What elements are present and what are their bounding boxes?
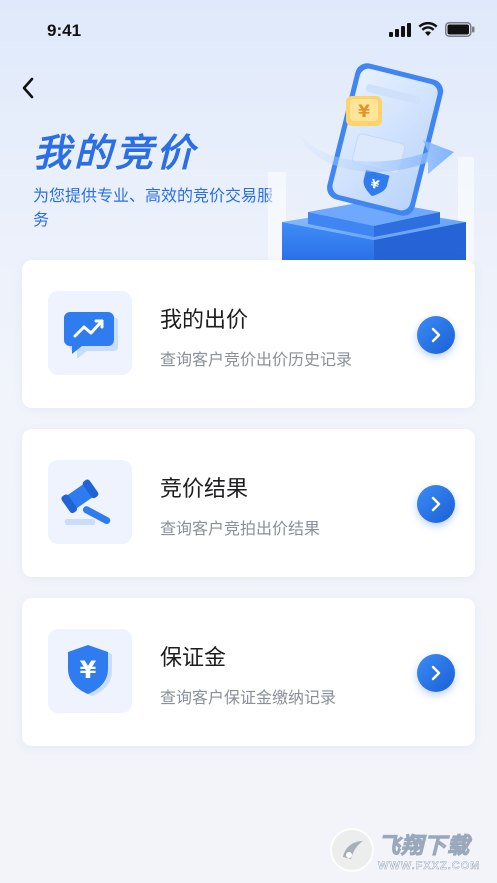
card-title: 我的出价	[160, 308, 249, 333]
watermark-text: 飞翔下载	[377, 834, 471, 860]
back-button[interactable]	[14, 72, 42, 104]
gavel-icon	[61, 479, 111, 525]
chevron-left-icon	[22, 77, 34, 99]
signal-icon	[389, 22, 411, 37]
card-arrow-button[interactable]	[417, 485, 455, 523]
card-arrow-button[interactable]	[417, 316, 455, 354]
status-time: 9:41	[47, 21, 82, 40]
status-icons	[389, 22, 475, 37]
card-description: 查询客户保证金缴纳记录	[160, 688, 337, 707]
watermark-url: WWW.FXXZ.COM	[378, 860, 481, 873]
page-title: 我的竞价	[33, 131, 198, 175]
card-title: 竞价结果	[160, 477, 249, 502]
svg-text:¥: ¥	[358, 102, 370, 122]
card-title: 保证金	[160, 646, 227, 671]
card-my-bids[interactable]: 我的出价 查询客户竞价出价历史记录	[22, 260, 475, 408]
card-description: 查询客户竞价出价历史记录	[160, 350, 353, 369]
card-arrow-button[interactable]	[417, 654, 455, 692]
page-subtitle: 为您提供专业、高效的竞价交易服务	[33, 186, 274, 229]
svg-text:¥: ¥	[80, 656, 97, 684]
card-icon-box	[48, 460, 132, 544]
yuan-shield-icon: ¥	[68, 645, 112, 696]
card-description: 查询客户竞拍出价结果	[160, 519, 321, 538]
phone-auction-illustration: ¥ ¥	[268, 63, 474, 262]
card-icon-box	[48, 291, 132, 375]
card-bid-results[interactable]: 竞价结果 查询客户竞拍出价结果	[22, 429, 475, 577]
chevron-right-icon	[431, 327, 441, 343]
chevron-right-icon	[431, 665, 441, 681]
wifi-icon	[418, 22, 438, 36]
battery-icon	[445, 22, 475, 37]
chevron-right-icon	[431, 496, 441, 512]
card-deposit[interactable]: ¥ 保证金 查询客户保证金缴纳记录	[22, 598, 475, 746]
watermark: 飞翔下载 WWW.FXXZ.COM	[330, 826, 488, 874]
chart-bubble-icon	[64, 312, 118, 358]
card-icon-box: ¥	[48, 629, 132, 713]
status-bar: 9:41	[0, 0, 497, 60]
watermark-logo-icon	[330, 828, 374, 872]
